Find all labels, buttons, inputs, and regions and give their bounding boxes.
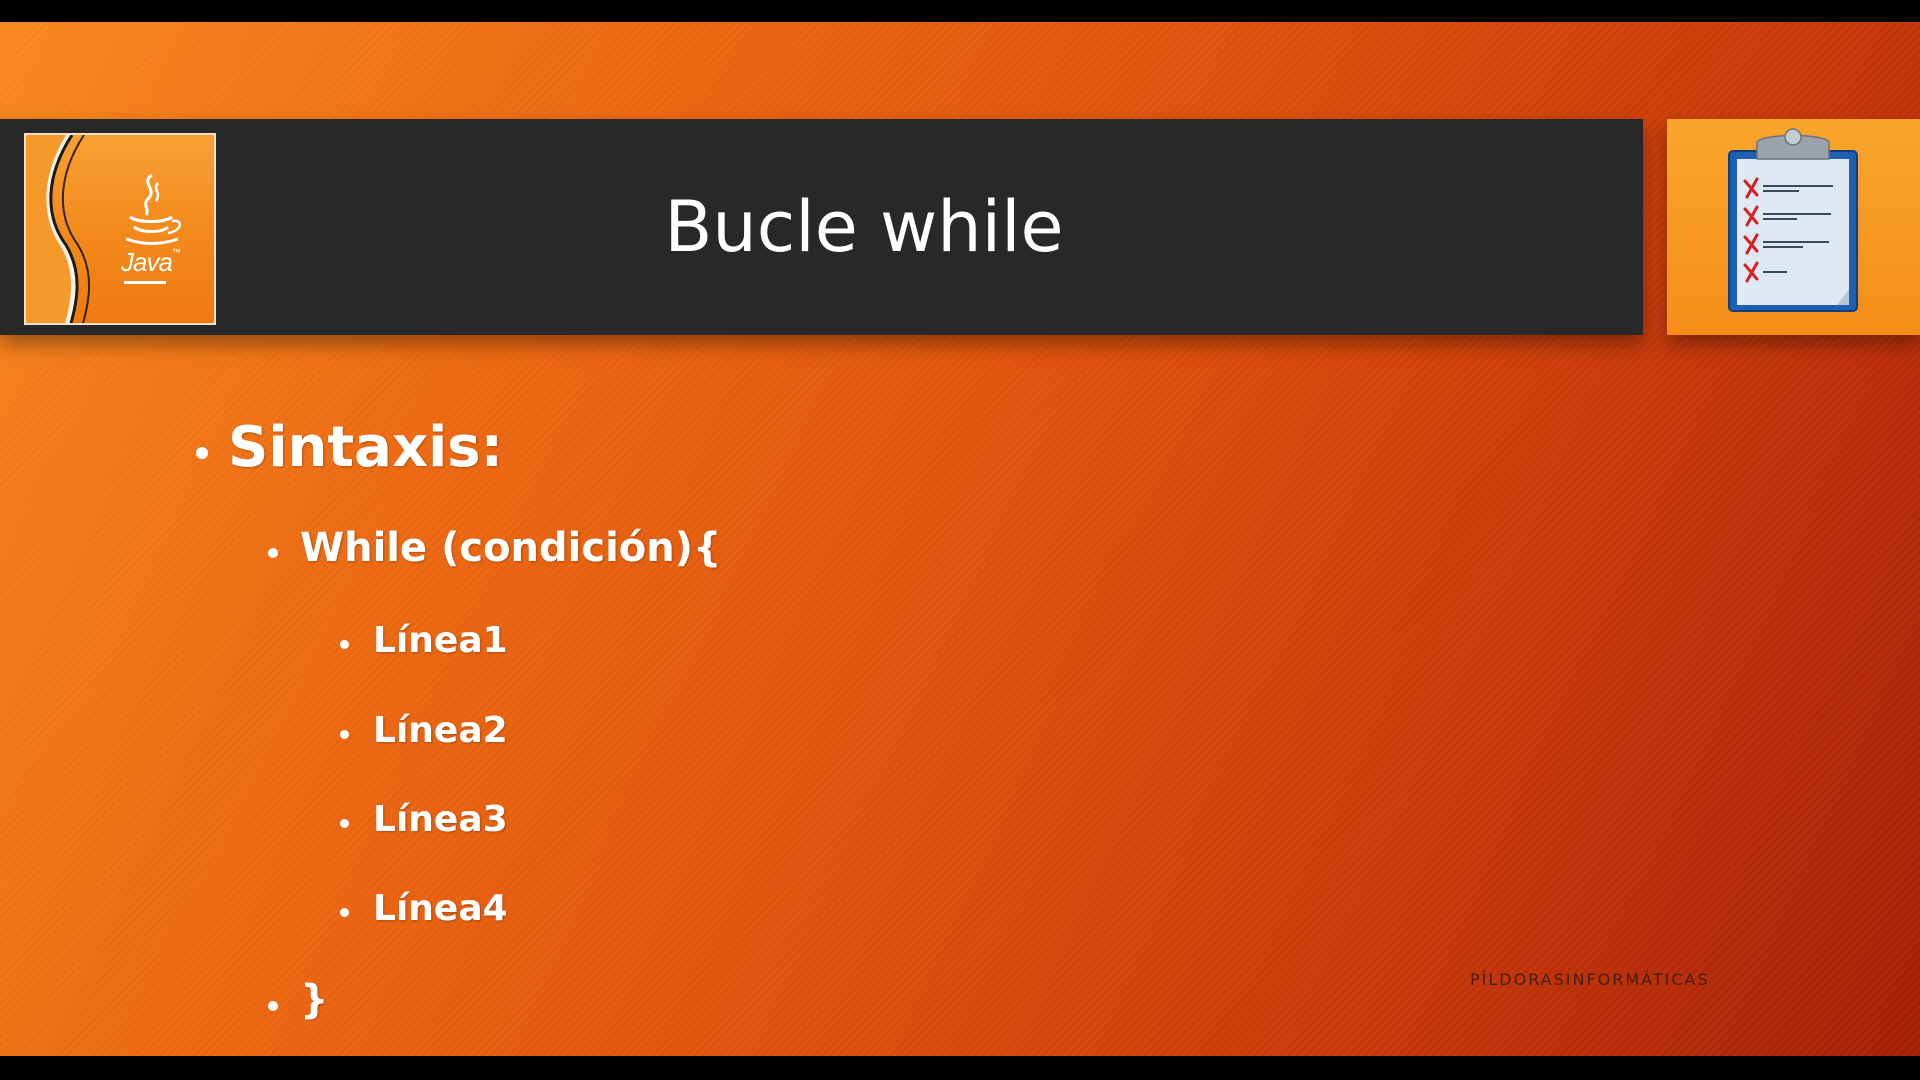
presentation-slide: Java™ Bucle while Sintaxis: While (condi… <box>0 22 1920 1056</box>
bullet-dot <box>268 1001 278 1011</box>
bullet-dot <box>340 730 349 739</box>
bullet-linea4: Línea4 <box>373 888 508 929</box>
bullet-linea2: Línea2 <box>373 710 508 751</box>
bullet-linea3: Línea3 <box>373 799 508 840</box>
bullet-list: Sintaxis: While (condición){ Línea1 Líne… <box>0 22 1920 1056</box>
bullet-dot <box>196 447 208 459</box>
bullet-while-condition: While (condición){ <box>300 525 722 571</box>
bullet-dot <box>340 908 349 917</box>
bullet-closing-brace: } <box>300 977 329 1023</box>
bullet-sintaxis: Sintaxis: <box>228 415 503 480</box>
watermark-logo: PÍLDORASINFORMÁTICAS <box>1470 970 1710 989</box>
video-frame: Java™ Bucle while Sintaxis: While (condi… <box>0 0 1920 1080</box>
bullet-dot <box>340 640 349 649</box>
bullet-dot <box>268 548 278 558</box>
bullet-dot <box>340 819 349 828</box>
bullet-linea1: Línea1 <box>373 620 508 661</box>
